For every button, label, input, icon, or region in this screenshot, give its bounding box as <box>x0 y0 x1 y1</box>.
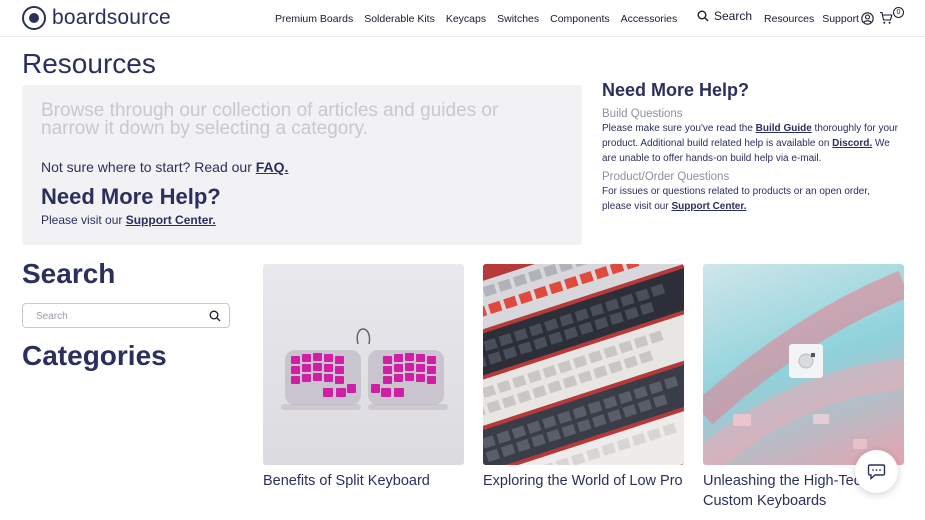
support-link[interactable]: Support <box>822 13 859 25</box>
main-nav: Premium Boards Solderable Kits Keycaps S… <box>275 13 677 25</box>
search-submit-icon[interactable] <box>209 310 221 322</box>
chat-button[interactable] <box>855 450 898 493</box>
header-search-button[interactable]: Search <box>697 9 752 23</box>
search-field <box>22 303 230 328</box>
brand-name: boardsource <box>52 6 171 29</box>
faq-prefix: Not sure where to start? Read our <box>41 159 256 175</box>
cart-count-badge: 0 <box>893 7 904 18</box>
search-input[interactable] <box>36 309 196 323</box>
faq-link[interactable]: FAQ. <box>256 159 289 175</box>
intro-text: Browse through our collection of article… <box>41 100 499 139</box>
cart-icon[interactable] <box>879 11 893 25</box>
hero-help-prefix: Please visit our <box>41 213 126 227</box>
support-center-link[interactable]: Support Center. <box>126 213 216 227</box>
categories-heading: Categories <box>22 340 167 371</box>
faq-prompt: Not sure where to start? Read our FAQ. <box>41 159 288 175</box>
build-questions-text: Please make sure you've read the Build G… <box>602 121 902 166</box>
low-profile-keyboards-illustration <box>483 264 684 465</box>
article-card[interactable]: Exploring the World of Low Pro <box>483 264 684 491</box>
nav-item-premium-boards[interactable]: Premium Boards <box>275 13 353 25</box>
order-questions-text: For issues or questions related to produ… <box>602 184 902 214</box>
article-title[interactable]: Exploring the World of Low Pro <box>483 471 684 491</box>
discord-link[interactable]: Discord. <box>832 138 872 149</box>
hero-help-title: Need More Help? <box>41 184 221 209</box>
article-title[interactable]: Benefits of Split Keyboard <box>263 471 464 491</box>
site-header: boardsource Premium Boards Solderable Ki… <box>0 0 925 37</box>
led-component-illustration <box>703 270 904 465</box>
search-icon <box>697 10 709 22</box>
order-questions-heading: Product/Order Questions <box>602 171 730 183</box>
header-search-label: Search <box>714 9 753 23</box>
split-keyboard-illustration <box>281 328 448 410</box>
chat-icon <box>867 464 886 480</box>
help-sidebar: Need More Help? Build Questions Please m… <box>602 80 902 219</box>
article-image-split-keyboard[interactable] <box>263 264 464 465</box>
article-image-high-tech[interactable] <box>703 264 904 465</box>
nav-item-accessories[interactable]: Accessories <box>621 13 678 25</box>
side-support-center-link[interactable]: Support Center. <box>671 201 746 212</box>
hero-help-text: Please visit our Support Center. <box>41 213 216 227</box>
utility-nav: Resources Support <box>764 13 859 25</box>
build-pre: Please make sure you've read the <box>602 123 756 134</box>
resources-link[interactable]: Resources <box>764 13 814 25</box>
article-image-low-profile[interactable] <box>483 264 684 465</box>
user-icon[interactable] <box>861 12 874 25</box>
logo-mark-icon <box>22 6 46 30</box>
page-title: Resources <box>22 48 156 79</box>
side-help-title: Need More Help? <box>602 80 750 100</box>
nav-item-keycaps[interactable]: Keycaps <box>446 13 486 25</box>
nav-item-components[interactable]: Components <box>550 13 610 25</box>
build-guide-link[interactable]: Build Guide <box>756 123 812 134</box>
nav-item-switches[interactable]: Switches <box>497 13 539 25</box>
article-card[interactable]: Benefits of Split Keyboard <box>263 264 464 491</box>
intro-panel: Browse through our collection of article… <box>22 85 582 245</box>
build-questions-heading: Build Questions <box>602 108 683 120</box>
nav-item-solderable-kits[interactable]: Solderable Kits <box>364 13 435 25</box>
brand-logo[interactable]: boardsource <box>22 6 171 30</box>
search-heading: Search <box>22 258 116 289</box>
